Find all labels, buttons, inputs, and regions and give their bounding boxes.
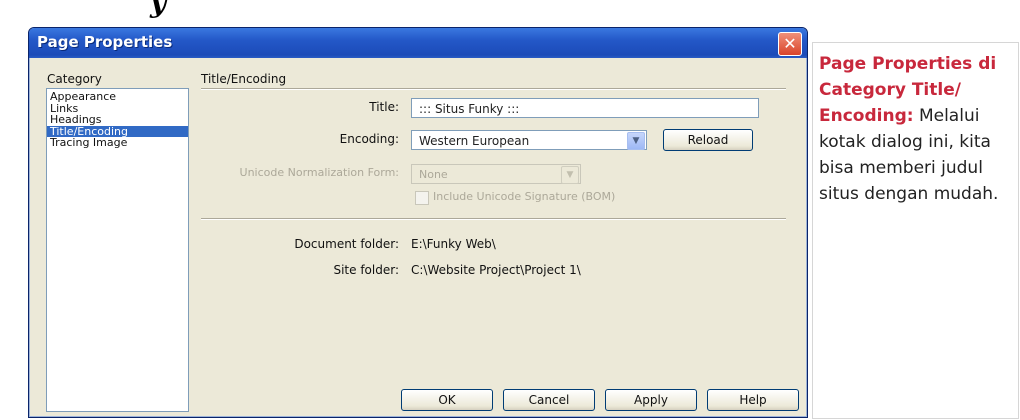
category-label: Category xyxy=(47,72,102,86)
page-properties-dialog: Page Properties ✕ Category Appearance Li… xyxy=(28,27,808,418)
bom-checkbox[interactable] xyxy=(415,191,429,205)
title-input[interactable]: ::: Situs Funky ::: xyxy=(411,98,759,118)
close-icon[interactable]: ✕ xyxy=(778,32,802,56)
title-label: Title: xyxy=(369,100,399,114)
category-item-tracing-image[interactable]: Tracing Image xyxy=(47,137,188,149)
category-list[interactable]: Appearance Links Headings Title/Encoding… xyxy=(46,88,189,412)
document-folder-label: Document folder: xyxy=(294,237,399,251)
section-divider xyxy=(201,218,786,220)
dialog-titlebar[interactable]: Page Properties ✕ xyxy=(29,28,807,58)
document-folder-value: E:\Funky Web\ xyxy=(411,237,496,251)
dialog-title: Page Properties xyxy=(37,33,173,51)
encoding-value: Western European xyxy=(419,134,530,148)
bom-label: Include Unicode Signature (BOM) xyxy=(433,190,616,203)
reload-button[interactable]: Reload xyxy=(663,129,753,151)
unicode-normalization-select[interactable]: None ▼ xyxy=(411,164,581,184)
chevron-down-icon[interactable]: ▼ xyxy=(561,166,579,184)
caption-text: Page Properties di Category Title/ Encod… xyxy=(819,51,1017,207)
help-button[interactable]: Help xyxy=(707,389,799,411)
encoding-label: Encoding: xyxy=(339,132,399,146)
site-folder-label: Site folder: xyxy=(333,263,399,277)
unicode-normalization-value: None xyxy=(419,168,448,181)
article-heading-fragment: y xyxy=(150,0,167,19)
apply-button[interactable]: Apply xyxy=(605,389,697,411)
section-title: Title/Encoding xyxy=(201,72,287,86)
category-item-headings[interactable]: Headings xyxy=(47,114,188,126)
caption-box: Page Properties di Category Title/ Encod… xyxy=(812,42,1019,419)
cancel-button[interactable]: Cancel xyxy=(503,389,595,411)
category-item-appearance[interactable]: Appearance xyxy=(47,91,188,103)
chevron-down-icon[interactable]: ▼ xyxy=(627,132,645,150)
section-divider xyxy=(201,88,786,90)
site-folder-value: C:\Website Project\Project 1\ xyxy=(411,263,581,277)
ok-button[interactable]: OK xyxy=(401,389,493,411)
unicode-normalization-label: Unicode Normalization Form: xyxy=(239,166,399,179)
encoding-select[interactable]: Western European ▼ xyxy=(411,130,647,150)
